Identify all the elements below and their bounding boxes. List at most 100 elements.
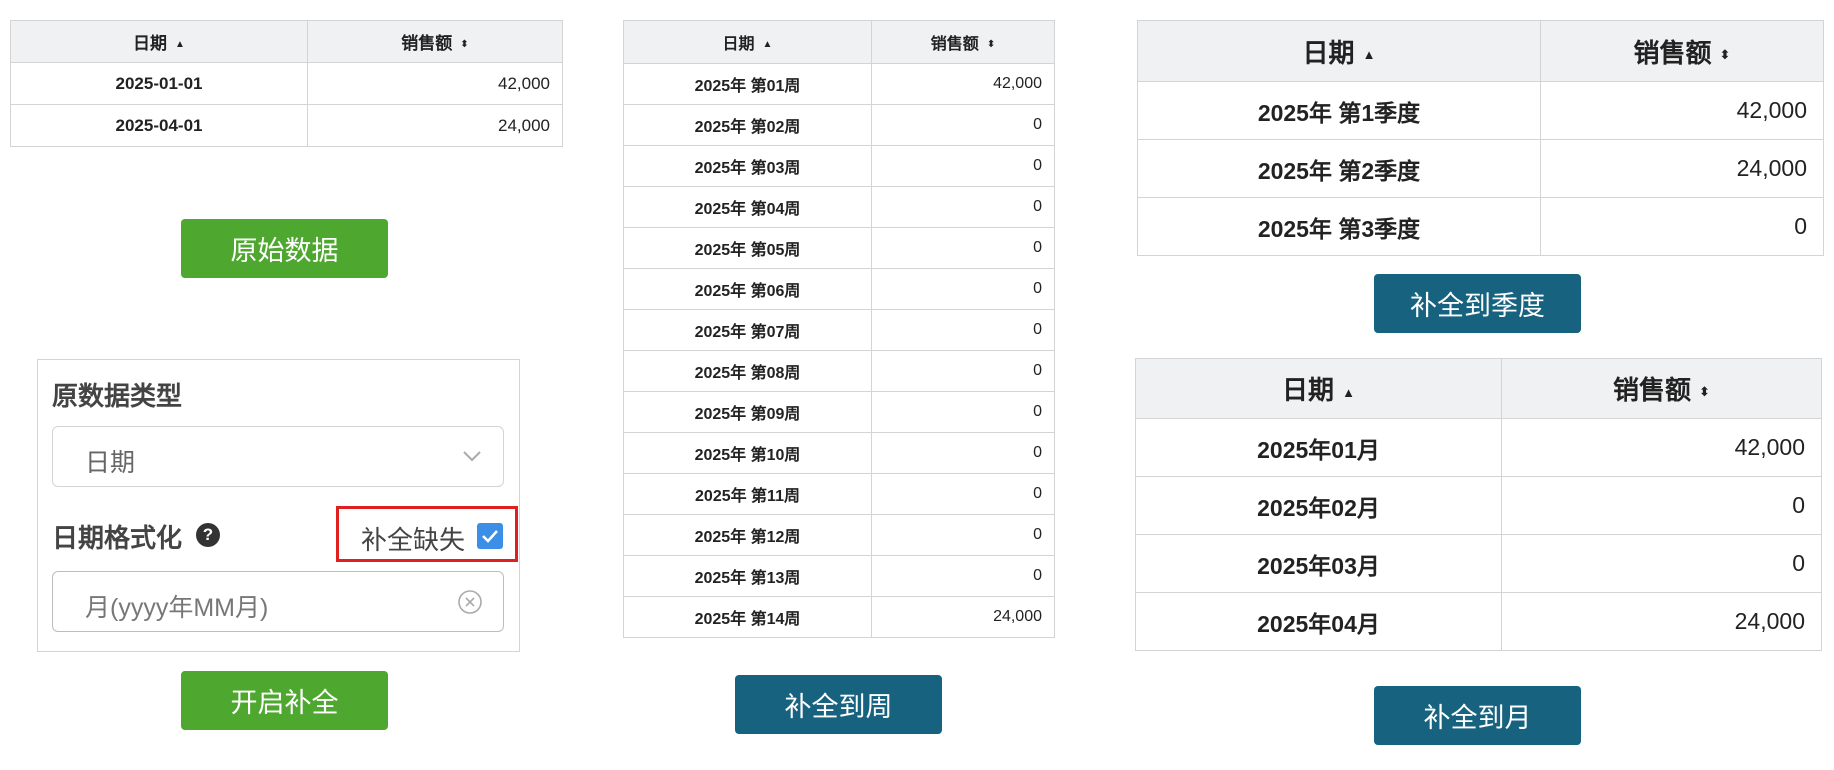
sales-cell: 0 (871, 555, 1055, 597)
date-format-label: 日期格式化 (52, 523, 183, 553)
date-column-header[interactable]: 日期 ▲ (623, 20, 872, 64)
enable-fill-button[interactable]: 开启补全 (181, 671, 388, 730)
table-row: 2025年 第14周 24,000 (623, 596, 1055, 638)
date-cell: 2025年 第13周 (623, 555, 872, 597)
date-cell: 2025年 第03周 (623, 145, 872, 187)
date-cell: 2025年 第05周 (623, 227, 872, 269)
table-header-row: 日期 ▲ 销售额 ⬍ (10, 20, 563, 63)
table-header-row: 日期 ▲ 销售额 ⬍ (1135, 358, 1822, 419)
help-icon[interactable]: ? (196, 523, 220, 547)
sort-both-icon[interactable]: ⬍ (460, 39, 468, 50)
table-row: 2025年 第13周 0 (623, 555, 1055, 597)
sales-column-header[interactable]: 销售额 ⬍ (871, 20, 1055, 64)
fill-week-button[interactable]: 补全到周 (735, 675, 942, 734)
table-row: 2025年 第1季度 42,000 (1137, 81, 1824, 140)
data-type-value: 日期 (85, 449, 136, 477)
table-header-row: 日期 ▲ 销售额 ⬍ (623, 20, 1055, 64)
date-cell: 2025年 第02周 (623, 104, 872, 146)
raw-data-button[interactable]: 原始数据 (181, 219, 388, 278)
sales-cell: 0 (1501, 534, 1822, 593)
sales-cell: 42,000 (1540, 81, 1824, 140)
sales-cell: 0 (871, 145, 1055, 187)
fill-month-button[interactable]: 补全到月 (1374, 686, 1581, 745)
date-cell: 2025-04-01 (10, 104, 308, 147)
date-cell: 2025年 第1季度 (1137, 81, 1541, 140)
table-row: 2025-04-01 24,000 (10, 104, 563, 147)
sort-both-icon[interactable]: ⬍ (1699, 384, 1710, 400)
date-format-input[interactable]: 月(yyyy年MM月) (52, 571, 504, 632)
data-type-select[interactable]: 日期 (52, 426, 504, 487)
sort-asc-icon[interactable]: ▲ (1342, 385, 1355, 400)
fill-missing-label: 补全缺失 (361, 525, 466, 555)
table-row: 2025年02月 0 (1135, 476, 1822, 535)
clear-icon[interactable] (457, 589, 483, 615)
chevron-down-icon (461, 445, 483, 472)
raw-data-table: 日期 ▲ 销售额 ⬍ 2025-01-01 42,000 2025-04-01 24,00… (10, 20, 563, 147)
table-row: 2025年 第3季度 0 (1137, 197, 1824, 256)
sales-cell: 0 (871, 104, 1055, 146)
date-cell: 2025年 第06周 (623, 268, 872, 310)
sales-cell: 0 (871, 268, 1055, 310)
sales-cell: 0 (871, 473, 1055, 515)
config-panel: 原数据类型 日期 日期格式化 ? 补全缺失 月(yyyy年MM月) (37, 359, 520, 652)
sales-cell: 0 (871, 514, 1055, 556)
sort-asc-icon[interactable]: ▲ (175, 39, 185, 50)
sort-asc-icon[interactable]: ▲ (763, 39, 773, 50)
table-row: 2025年 第07周 0 (623, 309, 1055, 351)
table-row: 2025年 第01周 42,000 (623, 63, 1055, 105)
date-cell: 2025年 第04周 (623, 186, 872, 228)
sales-column-header[interactable]: 销售额 ⬍ (1540, 20, 1824, 82)
table-header-row: 日期 ▲ 销售额 ⬍ (1137, 20, 1824, 82)
table-row: 2025年 第03周 0 (623, 145, 1055, 187)
quarter-fill-table: 日期 ▲ 销售额 ⬍ 2025年 第1季度 42,000 2025年 第2季度 24,00… (1137, 20, 1824, 256)
date-cell: 2025年 第2季度 (1137, 139, 1541, 198)
table-row: 2025年 第09周 0 (623, 391, 1055, 433)
table-row: 2025年 第06周 0 (623, 268, 1055, 310)
sales-cell: 24,000 (871, 596, 1055, 638)
sales-cell: 0 (871, 432, 1055, 474)
table-row: 2025年 第04周 0 (623, 186, 1055, 228)
sort-both-icon[interactable]: ⬍ (1720, 47, 1731, 63)
table-row: 2025年 第11周 0 (623, 473, 1055, 515)
date-column-header[interactable]: 日期 ▲ (1135, 358, 1502, 419)
table-row: 2025年01月 42,000 (1135, 418, 1822, 477)
date-column-header[interactable]: 日期 ▲ (1137, 20, 1541, 82)
sales-cell: 0 (871, 391, 1055, 433)
fill-missing-highlight: 补全缺失 (336, 506, 518, 562)
sales-cell: 0 (871, 186, 1055, 228)
date-cell: 2025-01-01 (10, 62, 308, 105)
sales-column-header[interactable]: 销售额 ⬍ (307, 20, 563, 63)
sales-cell: 24,000 (1501, 592, 1822, 651)
date-cell: 2025年 第10周 (623, 432, 872, 474)
table-row: 2025年 第2季度 24,000 (1137, 139, 1824, 198)
date-cell: 2025年 第12周 (623, 514, 872, 556)
month-fill-table: 日期 ▲ 销售额 ⬍ 2025年01月 42,000 2025年02月 0 2025年03月… (1135, 358, 1822, 651)
fill-missing-checkbox[interactable] (477, 523, 503, 549)
date-cell: 2025年01月 (1135, 418, 1502, 477)
sales-cell: 42,000 (871, 63, 1055, 105)
checkmark-icon (482, 530, 498, 543)
table-row: 2025年03月 0 (1135, 534, 1822, 593)
table-row: 2025年 第05周 0 (623, 227, 1055, 269)
date-cell: 2025年 第08周 (623, 350, 872, 392)
date-column-header[interactable]: 日期 ▲ (10, 20, 308, 63)
sort-asc-icon[interactable]: ▲ (1363, 47, 1376, 62)
sales-cell: 0 (871, 227, 1055, 269)
table-row: 2025-01-01 42,000 (10, 62, 563, 105)
sales-cell: 0 (871, 309, 1055, 351)
table-row: 2025年 第10周 0 (623, 432, 1055, 474)
sales-cell: 24,000 (307, 104, 563, 147)
fill-quarter-button[interactable]: 补全到季度 (1374, 274, 1581, 333)
date-cell: 2025年 第14周 (623, 596, 872, 638)
table-row: 2025年04月 24,000 (1135, 592, 1822, 651)
sales-column-header[interactable]: 销售额 ⬍ (1501, 358, 1822, 419)
date-cell: 2025年 第09周 (623, 391, 872, 433)
date-cell: 2025年 第07周 (623, 309, 872, 351)
date-cell: 2025年 第11周 (623, 473, 872, 515)
sort-both-icon[interactable]: ⬍ (987, 39, 995, 50)
table-row: 2025年 第08周 0 (623, 350, 1055, 392)
sales-cell: 0 (1540, 197, 1824, 256)
table-row: 2025年 第02周 0 (623, 104, 1055, 146)
sales-cell: 0 (1501, 476, 1822, 535)
sales-cell: 0 (871, 350, 1055, 392)
